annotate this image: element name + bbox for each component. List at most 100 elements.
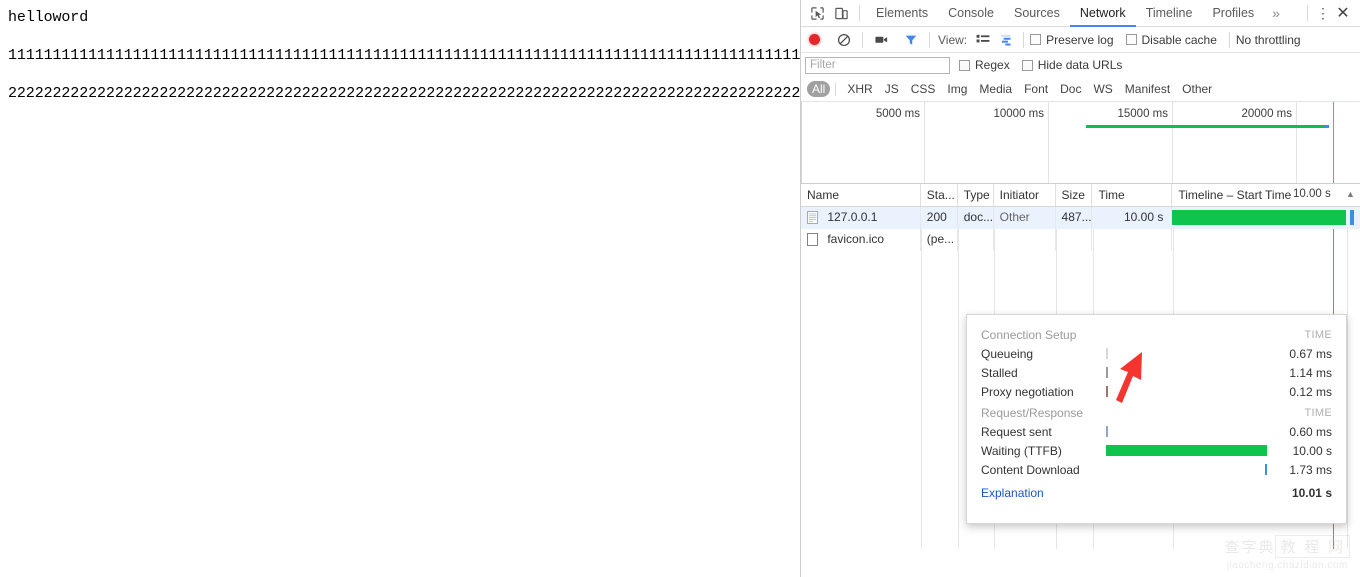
waterfall-download-bar [1350,210,1355,225]
devtools-menu-icon[interactable]: ⋮ [1314,6,1332,20]
overview-gridline [1296,102,1297,183]
section-title-connection-setup: Connection Setup [981,327,1077,342]
tab-network[interactable]: Network [1069,0,1136,27]
cell-initiator: Other [994,207,1056,229]
timing-label-stalled: Stalled [981,365,1018,380]
cell-type: doc... [958,207,994,229]
clear-icon[interactable] [832,28,856,52]
document-file-icon [807,210,818,229]
funnel-icon[interactable] [899,28,923,52]
cell-size: 487... [1056,207,1093,229]
sort-indicator-icon[interactable]: ▲ [1346,189,1355,199]
filter-input[interactable] [805,56,950,74]
disable-cache-checkbox[interactable]: Disable cache [1125,32,1217,47]
filter-chip-img[interactable]: Img [941,81,973,97]
popover-row-content-download: Content Download 1.73 ms [981,460,1332,479]
popover-row-queueing: Queueing 0.67 ms [981,344,1332,363]
overview-tick-10000: 10000 ms [993,108,1044,120]
timing-bar-request-sent [1106,426,1108,437]
preserve-log-box[interactable] [1030,34,1042,45]
column-header-size[interactable]: Size [1056,184,1093,206]
device-toolbar-icon[interactable] [829,1,853,25]
popover-section-header-2: Request/Response TIME [981,403,1332,422]
popover-row-request-sent: Request sent 0.60 ms [981,422,1332,441]
popover-row-waiting-ttfb: Waiting (TTFB) 10.00 s [981,441,1332,460]
hide-data-urls-checkbox[interactable]: Hide data URLs [1021,58,1122,72]
timing-value-content-download: 1.73 ms [1289,462,1332,477]
record-icon[interactable] [809,34,820,45]
inspect-element-icon[interactable] [805,1,829,25]
toolbar-divider-4 [1023,31,1025,48]
overview-gridline [1048,102,1049,183]
cell-waterfall [1172,229,1360,251]
column-header-type[interactable]: Type [958,184,994,206]
filter-chip-css[interactable]: CSS [905,81,942,97]
explanation-link[interactable]: Explanation [981,486,1106,500]
filter-chip-media[interactable]: Media [973,81,1018,97]
section-time-header-2: TIME [1304,406,1332,419]
regex-checkbox[interactable]: Regex [959,58,1010,72]
camera-icon[interactable] [869,28,893,52]
tab-timeline[interactable]: Timeline [1136,0,1203,27]
regex-label: Regex [975,58,1010,72]
section-time-header: TIME [1304,328,1332,341]
toolbar-divider-3 [929,31,930,48]
column-header-timeline[interactable]: Timeline – Start Time [1172,184,1360,206]
overview-tick-20000: 20000 ms [1241,108,1292,120]
timing-bar-waiting-ttfb [1106,445,1267,456]
column-header-time[interactable]: Time [1092,184,1173,206]
network-request-table: Name Sta... Type Initiator Size Time Tim… [801,184,1360,549]
filter-chip-ws[interactable]: WS [1087,81,1118,97]
column-header-initiator[interactable]: Initiator [994,184,1056,206]
tab-profiles[interactable]: Profiles [1202,0,1264,27]
overview-gridline [924,102,925,183]
table-row[interactable]: 127.0.0.1 200 doc... Other 487... 10.00 … [801,207,1360,229]
filter-chip-all[interactable]: All [807,81,831,97]
filter-chip-manifest[interactable]: Manifest [1119,81,1176,97]
timing-bar-content-download [1265,464,1267,475]
tab-elements[interactable]: Elements [866,0,938,27]
row-name-text: 127.0.0.1 [827,210,878,224]
popover-row-proxy-negotiation: Proxy negotiation 0.12 ms [981,382,1332,401]
devtools-tabstrip: Elements Console Sources Network Timelin… [801,0,1360,27]
hide-data-urls-box[interactable] [1021,59,1033,71]
filter-chip-other[interactable]: Other [1176,81,1218,97]
disable-cache-box[interactable] [1125,34,1137,45]
section-title-request-response: Request/Response [981,405,1084,420]
timing-bar-queueing [1106,348,1108,359]
timing-value-request-sent: 0.60 ms [1289,424,1332,439]
resource-type-filters: All XHR JS CSS Img Media Font Doc WS Man… [801,77,1360,102]
preserve-log-checkbox[interactable]: Preserve log [1030,33,1114,47]
overview-left-edge [801,102,802,183]
cell-type [958,229,994,251]
timing-value-queueing: 0.67 ms [1289,346,1332,361]
filter-row: Regex Hide data URLs [801,53,1360,77]
regex-box[interactable] [959,59,970,71]
popover-section-header: Connection Setup TIME [981,325,1332,344]
list-view-icon[interactable] [973,32,993,48]
waterfall-waiting-bar [1172,210,1347,225]
timing-label-proxy-negotiation: Proxy negotiation [981,384,1074,399]
more-tabs-icon[interactable]: » [1264,0,1288,27]
column-header-name[interactable]: Name [801,184,921,206]
cell-status: 200 [921,207,958,229]
filter-chip-js[interactable]: JS [879,81,905,97]
network-overview-timeline[interactable]: 5000 ms 10000 ms 15000 ms 20000 ms [801,102,1360,184]
throttling-select[interactable]: No throttling [1236,33,1301,47]
filter-chip-font[interactable]: Font [1018,81,1054,97]
table-header-row: Name Sta... Type Initiator Size Time Tim… [801,184,1360,207]
filter-chip-xhr[interactable]: XHR [841,81,878,97]
filter-chip-doc[interactable]: Doc [1054,81,1087,97]
view-label: View: [938,32,968,47]
timing-bar-stalled [1106,367,1108,378]
table-row[interactable]: favicon.ico (pe... [801,229,1360,251]
toolbar-divider-2 [862,31,863,48]
tab-console[interactable]: Console [938,0,1004,27]
close-icon[interactable]: ✕ [1332,3,1354,23]
cell-status: (pe... [921,229,958,251]
column-header-status[interactable]: Sta... [921,184,958,206]
disable-cache-label: Disable cache [1141,32,1217,47]
waterfall-view-icon[interactable] [997,32,1017,48]
screenshot-root: helloword 111111111111111111111111111111… [0,0,1360,577]
tab-sources[interactable]: Sources [1004,0,1070,27]
